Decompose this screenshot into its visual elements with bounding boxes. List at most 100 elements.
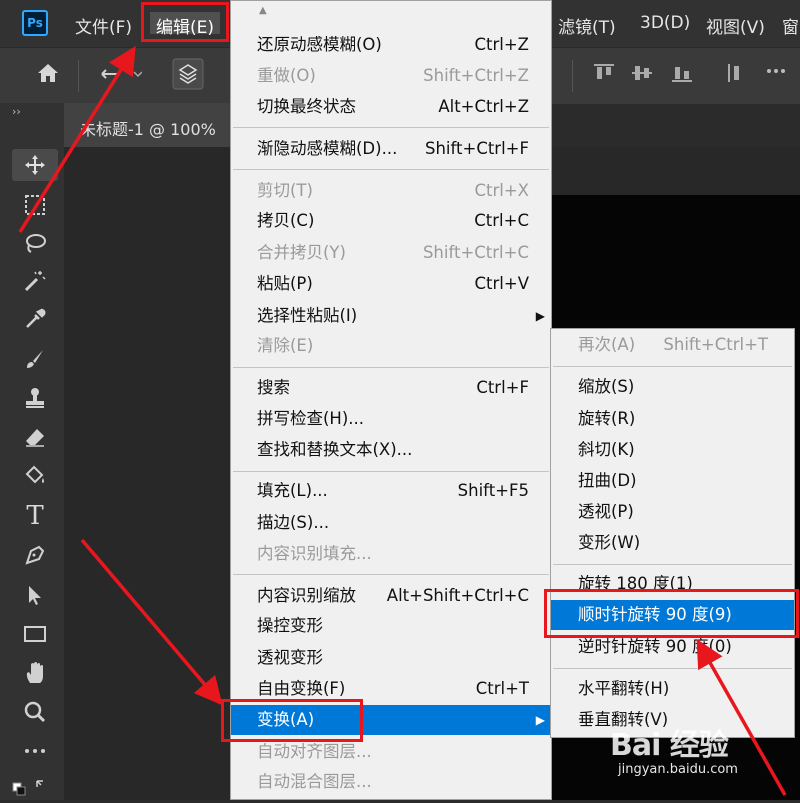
stamp-tool-icon[interactable] [14, 382, 56, 414]
eyedropper-tool-icon[interactable] [14, 303, 56, 335]
menu-filter[interactable]: 滤镜(T) [558, 13, 616, 38]
menu-item-label: 再次(A) [578, 335, 636, 354]
menu-item-shortcut: Alt+Shift+Ctrl+C [386, 586, 529, 605]
menu-item-puppet-warp[interactable]: 操控变形 [231, 611, 551, 641]
type-tool-icon[interactable]: T [14, 500, 56, 532]
submenu-item-warp[interactable]: 变形(W) [551, 528, 794, 558]
menu-item-find-replace[interactable]: 查找和替换文本(X)... [231, 435, 551, 465]
submenu-item-rotate[interactable]: 旋转(R) [551, 404, 794, 434]
menu-item-copy-merged[interactable]: 合并拷贝(Y) Shift+Ctrl+C [231, 238, 551, 268]
menu-item-label: 内容识别填充... [257, 544, 372, 563]
menu-item-label: 自动混合图层... [257, 772, 372, 791]
menu-item-cut[interactable]: 剪切(T) Ctrl+X [231, 176, 551, 206]
more-tools-icon[interactable] [14, 735, 56, 767]
menu-item-label: 旋转(R) [578, 409, 636, 428]
submenu-item-again[interactable]: 再次(A) Shift+Ctrl+T [551, 330, 794, 360]
menu-item-shortcut: Alt+Ctrl+Z [438, 97, 529, 116]
menu-item-label: 剪切(T) [257, 181, 313, 200]
menu-item-fill[interactable]: 填充(L)... Shift+F5 [231, 476, 551, 506]
menu-edit[interactable]: 编辑(E) [141, 2, 229, 42]
menu-edit-label: 编辑(E) [156, 18, 215, 38]
menu-item-shortcut: Ctrl+C [474, 211, 529, 230]
menu-item-check-spelling[interactable]: 拼写检查(H)... [231, 404, 551, 434]
menu-item-label: 渐隐动感模糊(D)... [257, 139, 398, 158]
menu-item-content-aware-scale[interactable]: 内容识别缩放 Alt+Shift+Ctrl+C [231, 581, 551, 611]
submenu-item-flip-horizontal[interactable]: 水平翻转(H) [551, 674, 794, 704]
marquee-tool-icon[interactable] [14, 189, 56, 221]
menu-item-shortcut: Shift+Ctrl+T [663, 335, 768, 354]
submenu-item-distort[interactable]: 扭曲(D) [551, 466, 794, 496]
menu-item-undo[interactable]: 还原动感模糊(O) Ctrl+Z [231, 30, 551, 60]
path-selection-tool-icon[interactable] [14, 579, 56, 611]
submenu-arrow-icon: ▶ [535, 309, 545, 323]
more-options-icon[interactable] [766, 60, 786, 87]
menu-item-shortcut: Shift+Ctrl+F [424, 139, 529, 158]
paint-bucket-tool-icon[interactable] [14, 460, 56, 492]
magic-wand-tool-icon[interactable] [14, 265, 56, 297]
menu-item-label: 重做(O) [257, 66, 316, 85]
menu-separator [233, 471, 549, 472]
brush-tool-icon[interactable] [14, 343, 56, 375]
menu-item-stroke[interactable]: 描边(S)... [231, 508, 551, 538]
menu-separator [233, 367, 549, 368]
menu-item-label: 查找和替换文本(X)... [257, 440, 413, 459]
menu-3d[interactable]: 3D(D) [640, 13, 690, 33]
menu-item-label: 拷贝(C) [257, 211, 315, 230]
menu-separator [233, 169, 549, 170]
menu-item-paste[interactable]: 粘贴(P) Ctrl+V [231, 269, 551, 299]
menu-item-label: 透视变形 [257, 648, 323, 667]
color-swatches-icon[interactable] [6, 771, 48, 803]
submenu-item-scale[interactable]: 缩放(S) [551, 372, 794, 402]
eraser-tool-icon[interactable] [14, 421, 56, 453]
align-bottom-icon[interactable] [672, 62, 692, 89]
pen-tool-icon[interactable] [14, 539, 56, 571]
menu-item-label: 搜索 [257, 378, 290, 397]
menu-window[interactable]: 窗 [782, 13, 799, 38]
home-icon[interactable] [36, 62, 60, 89]
hand-tool-icon[interactable] [14, 657, 56, 689]
menu-item-label: 清除(E) [257, 336, 314, 355]
document-tab-label: 未标题-1 @ 100% [80, 120, 216, 139]
menu-item-fade[interactable]: 渐隐动感模糊(D)... Shift+Ctrl+F [231, 134, 551, 164]
menu-file[interactable]: 文件(F) [75, 13, 132, 38]
menu-item-label: 水平翻转(H) [578, 679, 670, 698]
document-tab[interactable]: 未标题-1 @ 100% [64, 103, 230, 147]
menu-item-label: 变形(W) [578, 533, 641, 552]
photoshop-logo: Ps [22, 10, 48, 36]
menu-item-auto-blend-layers[interactable]: 自动混合图层... [231, 767, 551, 797]
menu-separator [553, 564, 792, 565]
menu-item-shortcut: Shift+Ctrl+C [422, 243, 529, 262]
move-tool-preset-icon[interactable] [98, 62, 143, 91]
zoom-tool-icon[interactable] [14, 696, 56, 728]
baidu-watermark: Bai 经验 jingyan.baidu.com [610, 720, 738, 777]
align-top-icon[interactable] [594, 62, 614, 89]
align-vertical-center-icon[interactable] [632, 62, 652, 89]
rectangle-tool-icon[interactable] [14, 618, 56, 650]
move-tool-icon[interactable] [12, 149, 58, 181]
menu-item-shortcut: Shift+F5 [457, 481, 529, 500]
edit-menu-dropdown: ▲ 还原动感模糊(O) Ctrl+Z 重做(O) Shift+Ctrl+Z 切换… [230, 0, 552, 800]
submenu-item-perspective[interactable]: 透视(P) [551, 497, 794, 527]
menu-item-label: 透视(P) [578, 502, 634, 521]
menu-item-perspective-warp[interactable]: 透视变形 [231, 643, 551, 673]
collapse-panel-toggle[interactable]: ›› [12, 105, 21, 118]
menu-item-clear[interactable]: 清除(E) [231, 331, 551, 361]
menu-item-copy[interactable]: 拷贝(C) Ctrl+C [231, 206, 551, 236]
menu-item-content-aware-fill[interactable]: 内容识别填充... [231, 539, 551, 569]
menu-view[interactable]: 视图(V) [706, 13, 765, 38]
menu-item-redo[interactable]: 重做(O) Shift+Ctrl+Z [231, 61, 551, 91]
menu-item-search[interactable]: 搜索 Ctrl+F [231, 373, 551, 403]
submenu-item-skew[interactable]: 斜切(K) [551, 435, 794, 465]
menu-item-label: 拼写检查(H)... [257, 409, 365, 428]
scroll-up-icon[interactable]: ▲ [259, 5, 267, 16]
menu-item-paste-special[interactable]: 选择性粘贴(I) ▶ [231, 301, 551, 331]
auto-select-layer-icon[interactable] [172, 58, 204, 95]
menu-item-toggle-last-state[interactable]: 切换最终状态 Alt+Ctrl+Z [231, 92, 551, 122]
menu-item-shortcut: Ctrl+F [476, 378, 529, 397]
menu-item-shortcut: Ctrl+Z [474, 35, 530, 54]
transform-highlight-box [221, 699, 363, 742]
align-left-icon[interactable] [726, 62, 746, 89]
menu-item-label: 选择性粘贴(I) [257, 306, 358, 325]
lasso-tool-icon[interactable] [14, 227, 56, 259]
toolbar-divider [78, 60, 79, 92]
